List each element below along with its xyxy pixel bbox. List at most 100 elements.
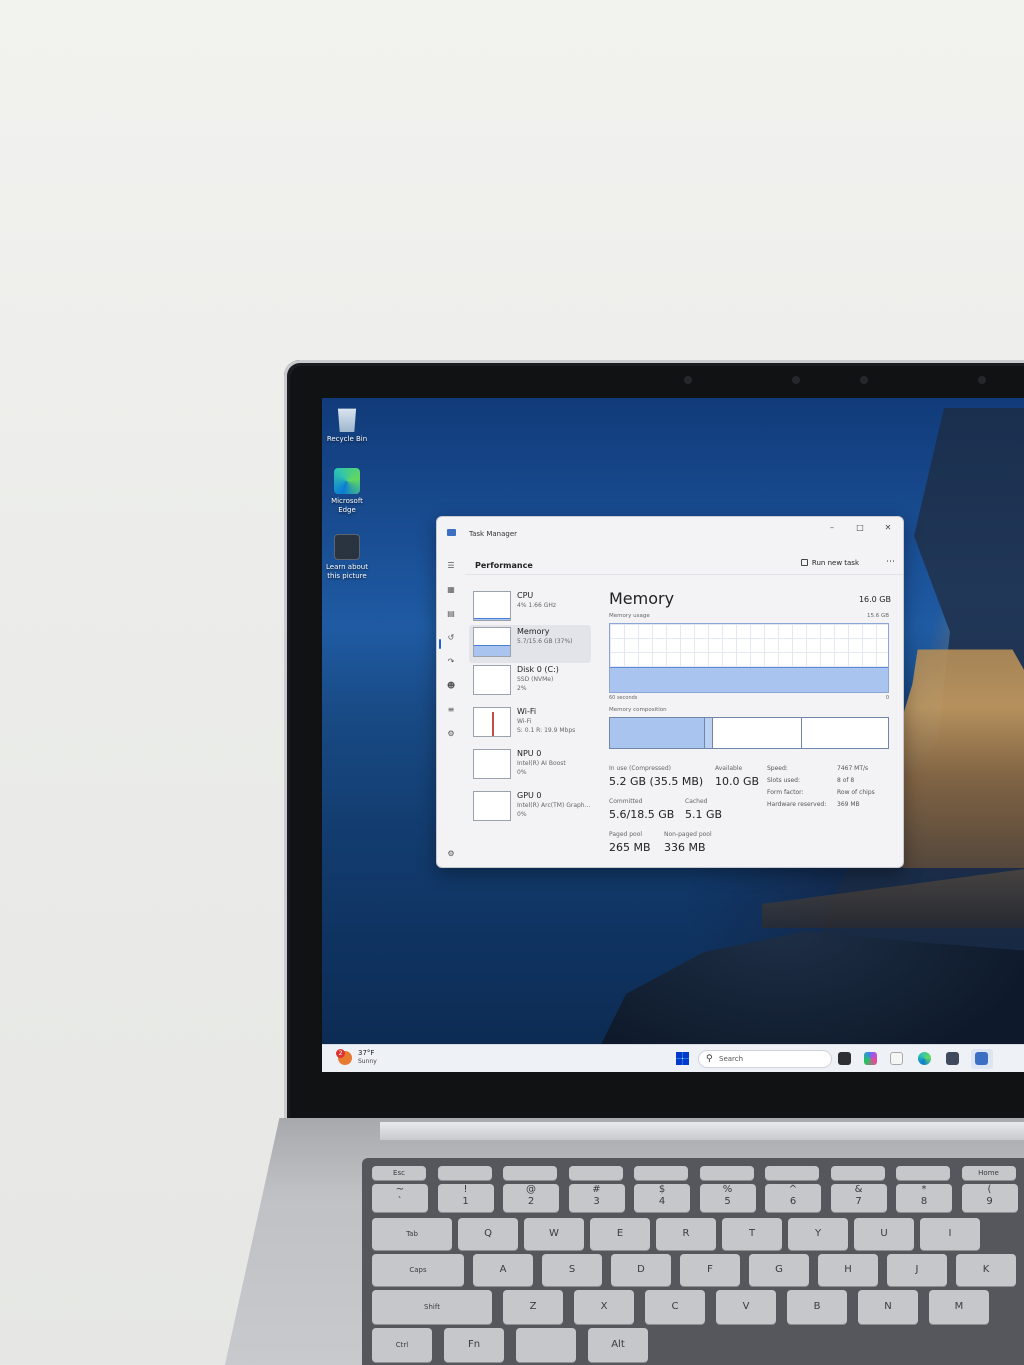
key[interactable]: D <box>611 1254 671 1286</box>
key[interactable]: H <box>818 1254 878 1286</box>
spec-key: Speed: <box>767 765 788 772</box>
key[interactable]: A <box>473 1254 533 1286</box>
close-button[interactable]: ✕ <box>879 521 897 535</box>
key[interactable]: I <box>920 1218 980 1250</box>
performance-icon[interactable]: ▤ <box>446 609 456 619</box>
key[interactable] <box>568 1166 623 1180</box>
perf-item-wifi[interactable]: Wi-Fi Wi-Fi S: 0.1 R: 19.9 Mbps <box>469 705 591 743</box>
minimize-button[interactable]: – <box>823 521 841 535</box>
perf-item-name: Wi-Fi <box>517 707 537 716</box>
key[interactable]: @ 2 <box>503 1184 559 1212</box>
key[interactable]: Shift <box>372 1290 492 1324</box>
desktop-icon-learn-picture[interactable]: Learn about this picture <box>322 534 372 581</box>
learn-picture-icon <box>334 534 360 560</box>
memory-usage-fill <box>610 666 888 692</box>
key[interactable]: B <box>787 1290 847 1324</box>
task-manager-taskbar-icon[interactable] <box>975 1052 988 1065</box>
key[interactable]: Y <box>788 1218 848 1250</box>
startup-apps-icon[interactable]: ↷ <box>446 657 456 667</box>
composition-standby <box>713 718 802 748</box>
key[interactable]: ( 9 <box>961 1184 1018 1212</box>
perf-item-gpu[interactable]: GPU 0 Intel(R) Arc(TM) Graph... 0% <box>469 789 591 827</box>
key[interactable]: C <box>645 1290 705 1324</box>
key[interactable]: Z <box>503 1290 563 1324</box>
app-history-icon[interactable]: ↺ <box>446 633 456 643</box>
services-icon[interactable]: ⚙ <box>446 729 456 739</box>
sensor-dot <box>978 376 986 384</box>
taskbar-search[interactable]: ⚲ Search <box>698 1050 832 1068</box>
perf-item-memory[interactable]: Memory 5.7/15.6 GB (37%) <box>469 625 591 663</box>
key[interactable] <box>634 1166 688 1180</box>
key[interactable]: Esc <box>372 1166 426 1180</box>
hamburger-menu-icon[interactable]: ☰ <box>446 561 456 571</box>
key[interactable]: Q <box>458 1218 518 1250</box>
key[interactable] <box>503 1166 557 1180</box>
key[interactable]: ^ 6 <box>765 1184 821 1212</box>
perf-item-cpu[interactable]: CPU 4% 1.66 GHz <box>469 589 591 627</box>
key[interactable]: Ctrl <box>372 1328 432 1362</box>
wallpaper-castle <box>902 649 1024 868</box>
key[interactable]: % 5 <box>699 1184 756 1212</box>
processes-icon[interactable]: ▦ <box>446 585 456 595</box>
key[interactable]: V <box>716 1290 776 1324</box>
key[interactable]: X <box>574 1290 634 1324</box>
spec-key: Hardware reserved: <box>767 801 827 808</box>
stat-label: Non-paged pool <box>664 831 712 838</box>
desktop-icon-recycle-bin[interactable]: Recycle Bin <box>322 406 372 444</box>
settings-gear-icon[interactable]: ⚙ <box>446 849 456 859</box>
edge-taskbar-icon[interactable] <box>918 1052 931 1065</box>
key[interactable]: Alt <box>588 1328 648 1362</box>
key[interactable] <box>896 1166 950 1180</box>
key[interactable]: Fn <box>444 1328 504 1362</box>
key[interactable]: G <box>749 1254 809 1286</box>
key[interactable]: Tab <box>372 1218 452 1250</box>
run-task-icon <box>800 559 808 566</box>
key[interactable] <box>437 1166 492 1180</box>
users-icon[interactable]: ☻ <box>446 681 456 691</box>
key[interactable]: & 7 <box>830 1184 887 1212</box>
key[interactable]: U <box>854 1218 914 1250</box>
perf-item-sub2: 0% <box>517 769 527 776</box>
weather-temperature[interactable]: 37°F <box>358 1049 374 1057</box>
desktop-icon-label: Edge <box>338 506 356 514</box>
perf-item-disk[interactable]: Disk 0 (C:) SSD (NVMe) 2% <box>469 663 591 701</box>
key[interactable]: Caps <box>372 1254 464 1286</box>
stat-committed: Committed 5.6/18.5 GB <box>609 798 674 821</box>
more-options-button[interactable]: ⋯ <box>886 557 895 567</box>
key[interactable] <box>765 1166 819 1180</box>
file-icon[interactable] <box>890 1052 903 1065</box>
run-new-task-button[interactable]: Run new task <box>797 557 863 569</box>
key[interactable]: E <box>590 1218 650 1250</box>
key[interactable] <box>516 1328 576 1362</box>
key[interactable] <box>699 1166 754 1180</box>
key[interactable]: ! 1 <box>437 1184 494 1212</box>
maximize-button[interactable]: □ <box>851 521 869 535</box>
perf-item-sub: Intel(R) AI Boost <box>517 760 566 767</box>
key[interactable] <box>830 1166 885 1180</box>
key[interactable]: F <box>680 1254 740 1286</box>
key[interactable]: ~ ` <box>372 1184 428 1212</box>
key[interactable]: R <box>656 1218 716 1250</box>
title-bar[interactable]: Task Manager – □ ✕ <box>437 517 903 547</box>
key[interactable]: M <box>929 1290 989 1324</box>
key[interactable]: S <box>542 1254 602 1286</box>
task-view-icon[interactable] <box>838 1052 851 1065</box>
task-manager-icon <box>447 529 456 536</box>
start-button[interactable] <box>676 1052 689 1065</box>
key[interactable]: W <box>524 1218 584 1250</box>
key[interactable]: J <box>887 1254 947 1286</box>
key[interactable]: * 8 <box>896 1184 952 1212</box>
store-icon[interactable] <box>946 1052 959 1065</box>
key[interactable]: $ 4 <box>634 1184 690 1212</box>
desktop-icon-edge[interactable]: Microsoft Edge <box>322 468 372 515</box>
key[interactable]: # 3 <box>568 1184 625 1212</box>
key[interactable]: Home <box>961 1166 1016 1180</box>
key[interactable]: N <box>858 1290 918 1324</box>
graph-axis-time: 60 seconds <box>609 695 638 701</box>
perf-item-npu[interactable]: NPU 0 Intel(R) AI Boost 0% <box>469 747 591 785</box>
key[interactable]: T <box>722 1218 782 1250</box>
weather-condition[interactable]: Sunny <box>358 1058 377 1065</box>
key[interactable]: K <box>956 1254 1016 1286</box>
copilot-icon[interactable] <box>864 1052 877 1065</box>
details-icon[interactable]: ≡ <box>446 705 456 715</box>
